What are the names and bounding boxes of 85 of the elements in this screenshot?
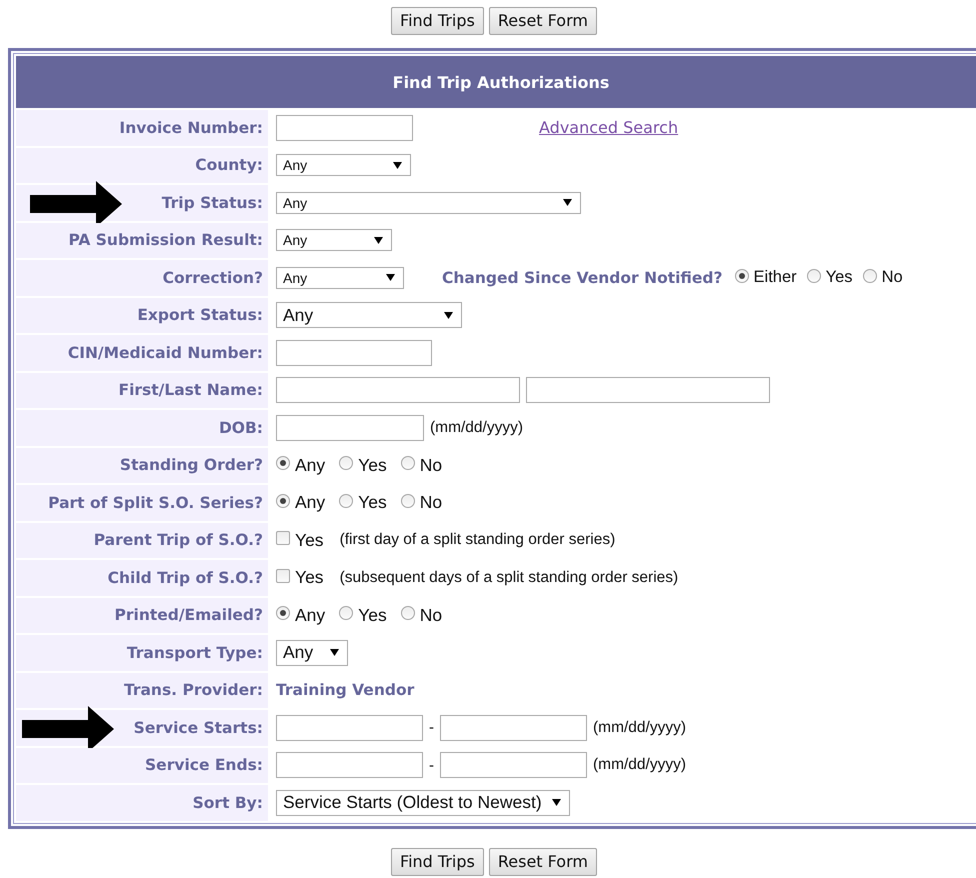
radio-label: No [420, 492, 442, 514]
radio-label: No [420, 454, 442, 476]
form-button[interactable]: Reset Form [488, 7, 597, 35]
range-dash: - [429, 719, 434, 736]
caret-icon [386, 274, 395, 282]
radio-button[interactable] [734, 268, 749, 283]
field-label: Sort By: [192, 794, 263, 812]
input-field[interactable] [276, 377, 520, 404]
checkbox-label: Yes [295, 567, 324, 588]
checkbox-label: Yes [295, 530, 324, 551]
dropdown[interactable]: Any [276, 640, 348, 666]
input-field[interactable] [526, 377, 770, 404]
field-label: Export Status: [137, 306, 263, 324]
input-field[interactable] [276, 414, 424, 441]
radio-button[interactable] [339, 456, 354, 470]
radio-button[interactable] [339, 494, 354, 508]
radio-label: Any [295, 492, 326, 514]
caret-icon [330, 649, 339, 656]
input-field[interactable] [440, 752, 587, 778]
input-field[interactable] [440, 714, 587, 741]
field-label: Printed/Emailed? [114, 606, 263, 624]
radio-button[interactable] [276, 456, 290, 470]
field-label: County: [195, 156, 263, 174]
dropdown[interactable]: Service Starts (Oldest to Newest) [276, 790, 570, 816]
hint-text: (subsequent days of a split standing order series) [340, 568, 678, 587]
radio-label: Yes [358, 454, 387, 476]
field-label: PA Submission Result: [68, 231, 263, 250]
radio-label: Yes [358, 604, 387, 626]
field-label: First/Last Name: [118, 381, 263, 400]
field-label: Trans. Provider: [124, 681, 263, 700]
dropdown[interactable]: Any [276, 192, 581, 214]
radio-label: No [420, 604, 442, 626]
hint-text: (first day of a split standing order series) [340, 531, 616, 550]
range-dash: - [429, 756, 434, 774]
hint-text: (mm/dd/yyyy) [430, 418, 523, 437]
field-label: CIN/Medicaid Number: [68, 344, 263, 362]
caret-icon [563, 199, 572, 206]
radio-button[interactable] [400, 494, 415, 508]
dropdown[interactable]: Any [276, 154, 411, 176]
field-label: DOB: [218, 418, 263, 437]
radio-button[interactable] [400, 456, 415, 470]
caret-icon [393, 162, 402, 169]
dropdown[interactable]: Any [276, 266, 404, 289]
input-field[interactable] [276, 340, 432, 366]
input-field[interactable] [276, 752, 423, 778]
input-field[interactable] [276, 114, 413, 141]
form-button[interactable]: Find Trips [391, 848, 484, 876]
dropdown[interactable]: Any [276, 302, 462, 328]
checkbox[interactable] [276, 531, 290, 546]
radio-label: Yes [358, 492, 387, 514]
advanced-search-link[interactable]: Advanced Search [539, 118, 678, 138]
radio-button[interactable] [276, 606, 290, 620]
field-label: Parent Trip of S.O.? [94, 531, 263, 550]
radio-label: No [882, 268, 903, 288]
panel-title: Find Trip Authorizations [392, 72, 610, 92]
radio-button[interactable] [862, 268, 877, 283]
radio-button[interactable] [339, 606, 354, 620]
radio-label: Any [295, 604, 326, 626]
field-label: Standing Order? [120, 456, 263, 474]
radio-label: Yes [826, 268, 853, 288]
radio-label: Any [295, 454, 326, 476]
field-label: Changed Since Vendor Notified? [442, 268, 723, 287]
caret-icon [552, 799, 561, 806]
field-label: Invoice Number: [119, 118, 263, 137]
radio-button[interactable] [276, 494, 290, 508]
checkbox[interactable] [276, 568, 290, 583]
caret-icon [444, 312, 453, 319]
radio-label: Either [754, 268, 797, 288]
field-label: Trip Status: [162, 194, 263, 212]
hint-text: (mm/dd/yyyy) [593, 756, 686, 774]
field-label: Part of Split S.O. Series? [48, 494, 263, 512]
caret-icon [374, 236, 383, 244]
form-button[interactable]: Reset Form [488, 848, 597, 876]
field-label: Service Ends: [145, 756, 263, 774]
dropdown[interactable]: Any [276, 229, 392, 252]
field-label: Correction? [162, 268, 263, 287]
radio-button[interactable] [400, 606, 415, 620]
input-field[interactable] [276, 714, 423, 741]
provider-value: Training Vendor [276, 681, 414, 700]
radio-button[interactable] [806, 268, 821, 283]
hint-text: (mm/dd/yyyy) [593, 718, 686, 737]
field-label: Child Trip of S.O.? [108, 568, 263, 587]
field-label: Service Starts: [134, 718, 263, 737]
field-label: Transport Type: [126, 644, 263, 662]
form-button[interactable]: Find Trips [391, 7, 484, 35]
